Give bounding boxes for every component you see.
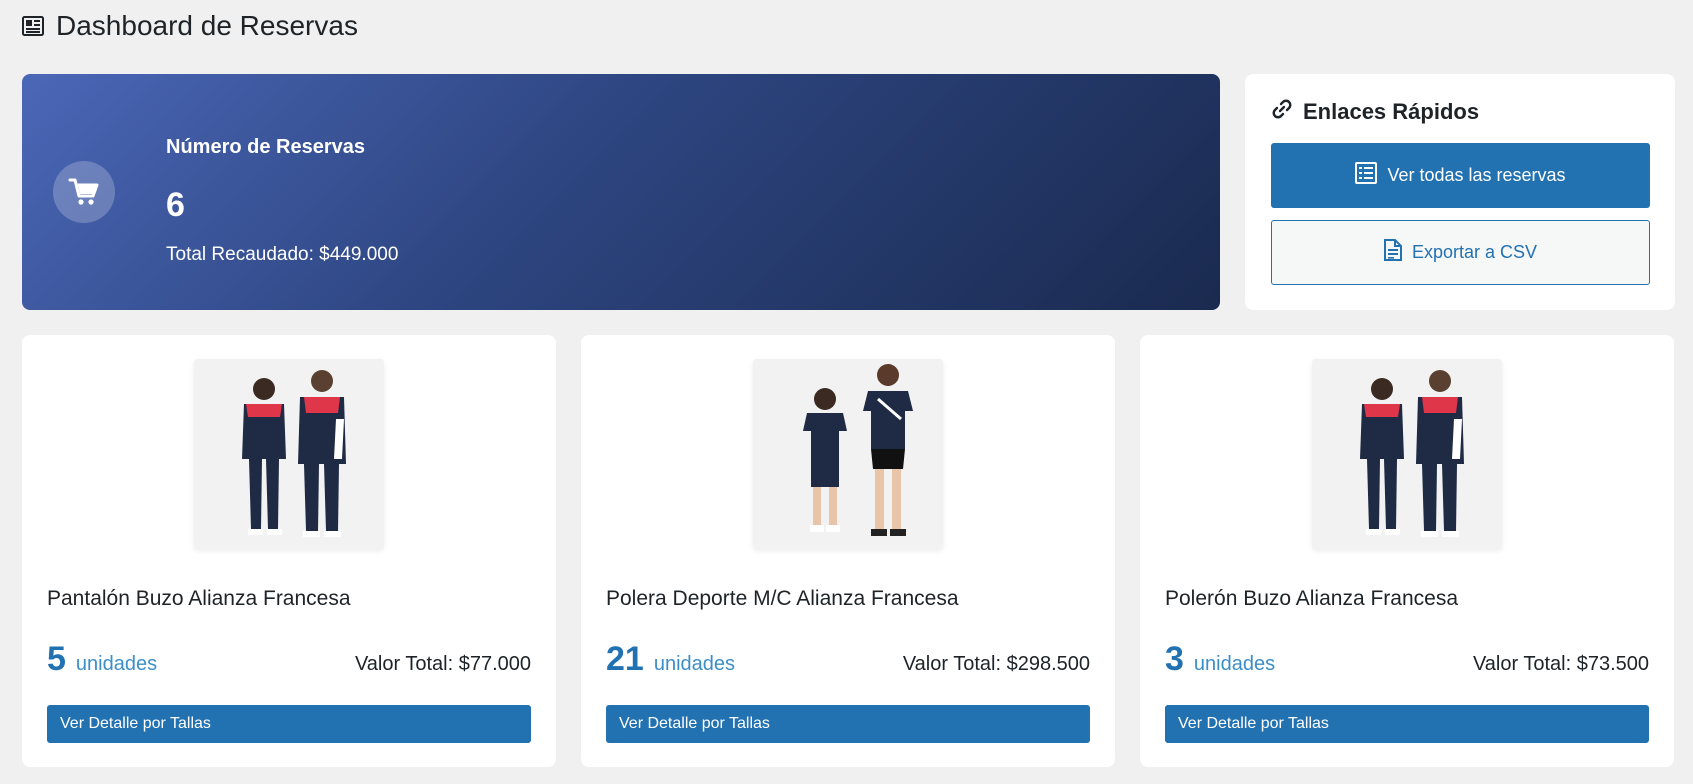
view-all-reservations-button[interactable]: Ver todas las reservas (1271, 143, 1650, 208)
view-all-reservations-label: Ver todas las reservas (1387, 165, 1566, 185)
product-unit: unidades (653, 653, 736, 675)
product-name: Pantalón Buzo Alianza Francesa (47, 587, 351, 610)
cart-icon (53, 161, 115, 223)
product-card: Polera Deporte M/C Alianza Francesa 21 u… (581, 335, 1115, 767)
product-card: Pantalón Buzo Alianza Francesa 5 unidade… (22, 335, 556, 767)
product-quantity: 5 (47, 640, 66, 678)
product-total-value: Valor Total: $298.500 (902, 653, 1090, 675)
total-collected: Total Recaudado: $449.000 (166, 244, 399, 265)
document-icon (1383, 239, 1402, 266)
product-image (1312, 359, 1502, 549)
product-name: Polerón Buzo Alianza Francesa (1165, 587, 1459, 610)
size-detail-button[interactable]: Ver Detalle por Tallas (606, 705, 1090, 743)
product-quantity: 3 (1165, 640, 1184, 678)
page-title: Dashboard de Reservas (56, 10, 358, 41)
product-unit: unidades (75, 653, 158, 675)
product-image (753, 359, 943, 549)
product-card: Polerón Buzo Alianza Francesa 3 unidades… (1140, 335, 1674, 767)
quick-links-header: Enlaces Rápidos (1271, 98, 1479, 126)
reservation-count: 6 (166, 186, 185, 224)
product-stats: 5 unidades Valor Total: $77.000 (47, 640, 531, 680)
product-name: Polera Deporte M/C Alianza Francesa (606, 587, 959, 610)
quick-links-card: Enlaces Rápidos Ver todas las reservas E… (1245, 74, 1675, 310)
link-icon (1271, 98, 1293, 126)
quick-links-title: Enlaces Rápidos (1303, 99, 1480, 124)
summary-label: Número de Reservas (166, 136, 365, 158)
product-quantity: 21 (606, 640, 644, 678)
product-image (194, 359, 384, 549)
list-icon (1355, 162, 1378, 189)
dashboard-icon (22, 15, 44, 37)
size-detail-button[interactable]: Ver Detalle por Tallas (1165, 705, 1649, 743)
page-header: Dashboard de Reservas (22, 10, 358, 42)
product-unit: unidades (1193, 653, 1276, 675)
export-csv-label: Exportar a CSV (1411, 242, 1538, 262)
product-stats: 3 unidades Valor Total: $73.500 (1165, 640, 1649, 680)
size-detail-button[interactable]: Ver Detalle por Tallas (47, 705, 531, 743)
product-stats: 21 unidades Valor Total: $298.500 (606, 640, 1090, 680)
export-csv-button[interactable]: Exportar a CSV (1271, 220, 1650, 285)
reservations-summary-card: Número de Reservas 6 Total Recaudado: $4… (22, 74, 1220, 310)
product-total-value: Valor Total: $73.500 (1472, 653, 1649, 675)
product-total-value: Valor Total: $77.000 (354, 653, 531, 675)
